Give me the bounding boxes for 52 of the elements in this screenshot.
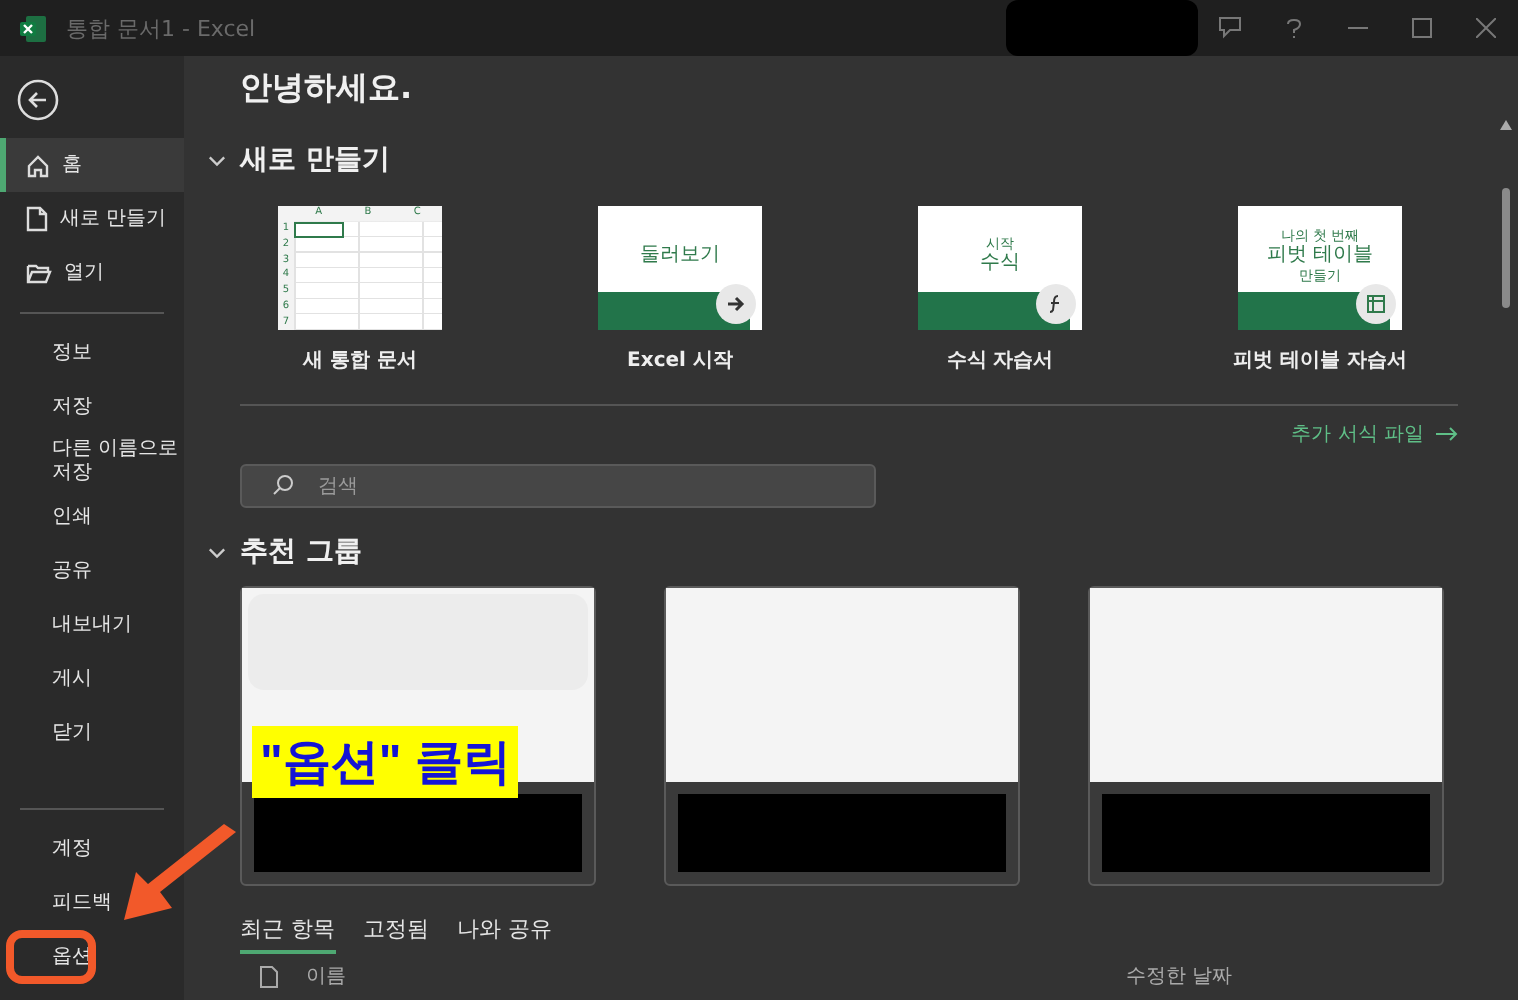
sidebar-item[interactable]: 정보: [0, 326, 96, 380]
document-icon: [26, 206, 48, 232]
sidebar-item[interactable]: 인쇄: [0, 490, 96, 544]
document-icon: [260, 965, 278, 987]
annotation-label: "옵션" 클릭: [252, 726, 519, 798]
sidebar-item[interactable]: 홈: [0, 138, 184, 192]
chevron-down-icon[interactable]: [208, 151, 226, 169]
thumbnail-text: 수식: [978, 252, 1022, 277]
sidebar-item[interactable]: 피드백: [0, 876, 116, 930]
scrollbar-thumb[interactable]: [1502, 188, 1510, 308]
column-header: 이름: [306, 964, 348, 990]
group-card[interactable]: [664, 586, 1020, 886]
back-icon[interactable]: [16, 78, 60, 122]
sidebar-item[interactable]: 새로 만들기: [0, 192, 171, 246]
sidebar-item[interactable]: 저장: [0, 380, 96, 434]
file-tab[interactable]: 최근 항목: [240, 914, 335, 954]
template-label: Excel 시작: [627, 348, 733, 374]
template-tile[interactable]: 둘러보기 Excel 시작: [560, 206, 800, 374]
excel-logo-icon: [20, 15, 46, 41]
column-header: 수정한 날짜: [1126, 964, 1233, 990]
sidebar-item[interactable]: 다른 이름으로 저장: [0, 434, 184, 490]
sidebar-item[interactable]: 닫기: [0, 706, 96, 760]
sidebar-item[interactable]: 게시: [0, 652, 96, 706]
group-card[interactable]: "옵션" 클릭: [240, 586, 596, 886]
active-cell: [294, 221, 344, 237]
home-icon: [26, 153, 50, 177]
sidebar-item[interactable]: 열기: [0, 246, 108, 300]
template-label: 피벗 테이블 자습서: [1233, 348, 1407, 374]
thumbnail-text: 둘러보기: [638, 244, 722, 268]
file-tab[interactable]: 나와 공유: [457, 914, 552, 954]
more-templates-link[interactable]: 추가 서식 파일: [1291, 420, 1458, 448]
greeting: 안녕하세요.: [240, 68, 415, 110]
window-title: 통합 문서1 - Excel: [66, 13, 256, 43]
template-label: 수식 자습서: [946, 348, 1054, 374]
folder-icon: [26, 262, 52, 284]
search-icon: [272, 474, 294, 496]
function-icon: [1036, 284, 1076, 324]
sidebar-item[interactable]: 공유: [0, 544, 96, 598]
sidebar-item[interactable]: 계정: [0, 822, 96, 876]
arrow-right-icon: [1436, 426, 1458, 442]
sidebar-item[interactable]: 내보내기: [0, 598, 136, 652]
template-label: 새 통합 문서: [303, 348, 417, 374]
section-title: 추천 그룹: [240, 534, 362, 570]
search-field[interactable]: 검색: [240, 464, 876, 508]
group-card[interactable]: [1088, 586, 1444, 886]
file-tab[interactable]: 고정됨: [363, 914, 429, 954]
highlight-frame: [6, 930, 96, 984]
scroll-up-icon[interactable]: [1500, 120, 1512, 130]
table-icon: [1356, 284, 1396, 324]
section-title: 새로 만들기: [240, 142, 390, 178]
thumbnail-text: 피벗 테이블: [1264, 244, 1376, 268]
chevron-down-icon[interactable]: [208, 543, 226, 561]
